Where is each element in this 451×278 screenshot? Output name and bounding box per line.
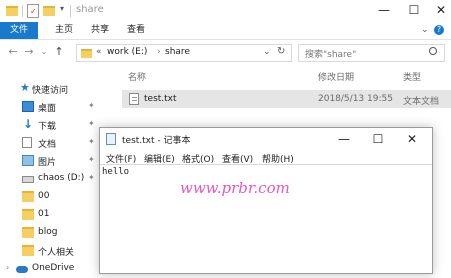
column-header-modified[interactable]: 修改日期 [318,70,354,83]
notepad-minimize-button[interactable]: — [330,129,358,149]
notepad-close-button[interactable]: ✕ [398,129,426,149]
address-dropdown-icon[interactable]: ⌄ [263,47,271,57]
nav-item-folder-blog[interactable]: blog [0,224,100,242]
properties-icon[interactable]: ✓ [27,4,39,18]
drive-icon [22,176,34,183]
file-type: 文本文档 [403,97,440,107]
breadcrumb-overflow[interactable]: « [96,47,102,57]
window-title: share [76,4,104,15]
nav-item-desktop[interactable]: 桌面 ✦ [0,98,100,116]
notepad-icon [106,133,116,145]
notepad-titlebar: test.txt - 记事本 — ☐ ✕ [100,128,432,150]
column-header-name[interactable]: 名称 [128,70,146,83]
watermark: www.prbr.com [180,179,290,197]
quick-access-dropdown-icon[interactable]: ▾ [60,4,64,13]
pin-icon[interactable]: ✦ [88,173,95,182]
notepad-menubar: 文件(F) 编辑(E) 格式(O) 查看(V) 帮助(H) [100,150,432,165]
notepad-title: test.txt - 记事本 [122,136,191,146]
maximize-button[interactable]: ☐ [400,0,428,20]
desktop-icon [22,101,34,112]
tab-home[interactable]: 主页 [46,22,82,39]
up-arrow-icon[interactable]: ↑ [52,44,66,60]
folder-icon [22,191,34,202]
nav-item-onedrive[interactable]: › OneDrive [0,260,100,278]
pin-icon[interactable]: ✦ [88,101,95,110]
nav-item-label: 桌面 [38,104,57,114]
folder-icon [81,49,92,58]
refresh-icon[interactable]: ↻ [277,46,285,57]
breadcrumb-drive[interactable]: work (E:) [107,47,147,57]
nav-item-downloads[interactable]: ↓ 下载 ✦ [0,116,100,134]
pictures-icon [22,155,34,166]
download-icon: ↓ [22,117,34,131]
nav-item-label: 00 [38,191,50,201]
back-arrow-icon[interactable]: ← [6,44,20,60]
file-row-selected[interactable]: test.txt 2018/5/13 19:55 文本文档 [122,90,451,108]
breadcrumb-folder[interactable]: share [165,47,190,57]
nav-item-documents[interactable]: 文档 ✦ [0,134,100,152]
explorer-titlebar: ✓ ▾ share — ☐ ✕ [0,0,451,22]
search-input[interactable]: 搜索"share" [305,47,356,60]
expand-chevron-icon[interactable]: › [6,263,9,272]
notepad-window: test.txt - 记事本 — ☐ ✕ 文件(F) 编辑(E) 格式(O) 查… [99,127,433,274]
separator [22,5,23,17]
nav-item-pictures[interactable]: 图片 ✦ [0,152,100,170]
nav-item-label: 图片 [38,158,57,168]
forward-arrow-icon[interactable]: → [22,44,36,60]
column-header-type[interactable]: 类型 [403,70,421,83]
separator [70,5,71,17]
nav-quick-access[interactable]: ★ 快速访问 [0,80,100,98]
folder-icon [22,245,34,256]
tab-share[interactable]: 共享 [82,22,118,39]
nav-quick-access-label: 快速访问 [32,86,69,96]
help-icon[interactable]: ? [434,25,444,35]
address-bar[interactable]: « work (E:) › share ⌄ ↻ [76,44,292,62]
ribbon-expand-icon[interactable]: ⌄ [421,25,429,35]
tab-view[interactable]: 查看 [118,22,154,39]
nav-item-drive-d[interactable]: chaos (D:) ✦ [0,170,100,188]
text-file-icon [129,93,139,105]
folder-icon [22,227,34,238]
nav-item-label: chaos (D:) [38,173,85,183]
pin-icon[interactable]: ✦ [88,137,95,146]
pin-icon[interactable]: ✦ [88,155,95,164]
nav-item-label: blog [38,227,58,237]
nav-item-label: 个人相关 [38,248,75,258]
folder-icon [22,209,34,220]
star-icon: ★ [20,81,30,94]
navigation-pane: ★ 快速访问 桌面 ✦ ↓ 下载 ✦ 文档 ✦ 图片 ✦ chaos (D:) … [0,64,100,273]
document-icon [22,137,32,148]
search-box[interactable]: 搜索"share" [298,44,445,62]
nav-item-label: 文档 [38,140,57,150]
nav-item-label: 下载 [38,122,57,132]
nav-item-folder-personal[interactable]: 个人相关 [0,242,100,260]
breadcrumb-separator: › [157,47,161,57]
new-folder-icon[interactable] [43,6,55,16]
file-name: test.txt [144,94,177,104]
pin-icon[interactable]: ✦ [88,119,95,128]
search-icon [429,47,437,55]
minimize-button[interactable]: — [370,0,398,20]
close-button[interactable]: ✕ [427,0,451,20]
file-modified: 2018/5/13 19:55 [318,94,393,104]
tab-file[interactable]: 文件 [0,22,38,39]
folder-icon [6,6,18,16]
notepad-text-area[interactable]: hello www.prbr.com [100,164,432,274]
nav-item-folder-00[interactable]: 00 [0,188,100,206]
ribbon-tabs: 文件 主页 共享 查看 ⌄ ? [0,22,451,40]
recent-dropdown-icon[interactable]: ⌄ [37,44,51,60]
notepad-content: hello [102,167,130,177]
notepad-maximize-button[interactable]: ☐ [364,129,392,149]
nav-item-label: 01 [38,209,50,219]
nav-item-folder-01[interactable]: 01 [0,206,100,224]
